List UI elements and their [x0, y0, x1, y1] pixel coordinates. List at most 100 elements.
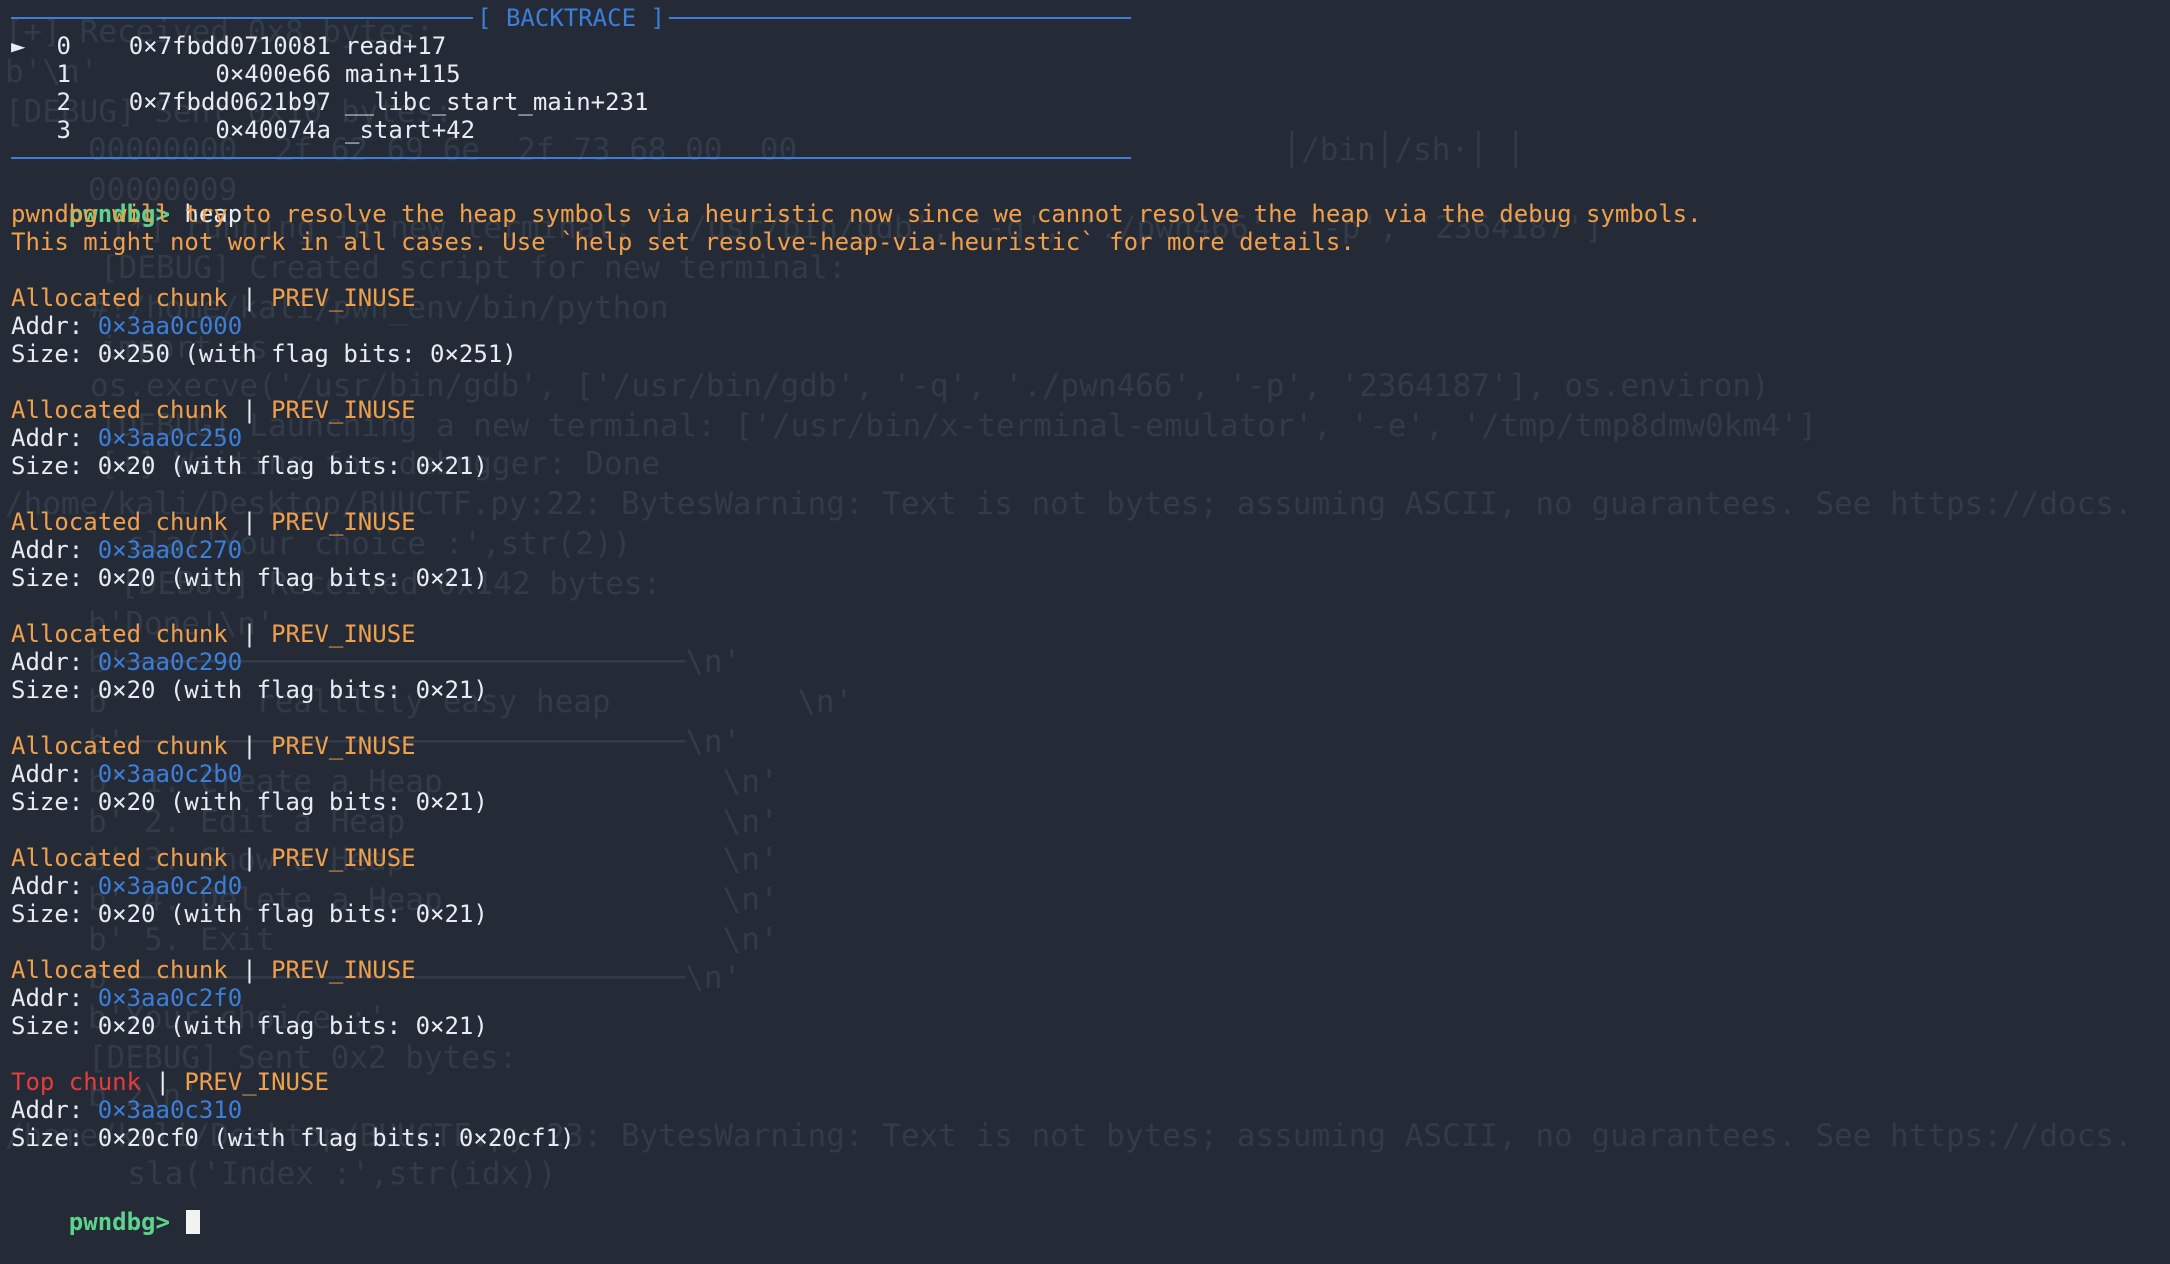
- heap-chunk: Allocated chunk | PREV_INUSE Addr: 0×3aa0…: [11, 396, 2161, 508]
- chunk-type: Allocated chunk: [11, 508, 228, 536]
- chunk-addr-line: Addr: 0×3aa0c250: [11, 424, 2161, 452]
- chunk-addr-line: Addr: 0×3aa0c310: [11, 1096, 2161, 1124]
- frame-address: 0×40074a: [215, 116, 331, 144]
- backtrace-frame: 2 0×7fbdd0621b97 __libc_start_main+231: [11, 88, 2161, 116]
- chunk-flag: PREV_INUSE: [271, 284, 416, 312]
- backtrace-rule-left: [11, 17, 474, 19]
- chunk-address: 0×3aa0c2d0: [97, 872, 243, 900]
- chunk-size: Size: 0×20cf0 (with flag bits: 0×20cf1): [11, 1124, 575, 1152]
- chunk-address: 0×3aa0c270: [97, 536, 243, 564]
- chunk-size: Size: 0×20 (with flag bits: 0×21): [11, 1012, 488, 1040]
- chunk-flag: PREV_INUSE: [184, 1068, 329, 1096]
- chunk-size: Size: 0×20 (with flag bits: 0×21): [11, 676, 488, 704]
- current-frame-marker-icon: [11, 60, 39, 88]
- backtrace-title: [ BACKTRACE ]: [477, 4, 665, 32]
- chunk-separator: |: [227, 620, 272, 648]
- backtrace-rule-right: [668, 17, 1131, 19]
- chunk-type: Allocated chunk: [11, 844, 228, 872]
- addr-label: Addr:: [11, 872, 98, 900]
- chunk-flag: PREV_INUSE: [271, 508, 416, 536]
- frame-index: 2: [56, 88, 71, 116]
- frame-index: 0: [56, 32, 71, 60]
- addr-label: Addr:: [11, 984, 98, 1012]
- terminal[interactable]: [ BACKTRACE ] ► 0 0×7fbdd0710081 read+17 1 0×…: [11, 4, 2161, 1236]
- addr-label: Addr:: [11, 1096, 98, 1124]
- heap-chunk: Allocated chunk | PREV_INUSE Addr: 0×3aa0…: [11, 620, 2161, 732]
- heap-chunk: Allocated chunk | PREV_INUSE Addr: 0×3aa0…: [11, 844, 2161, 956]
- chunk-flag: PREV_INUSE: [271, 732, 416, 760]
- chunk-address: 0×3aa0c290: [97, 648, 243, 676]
- chunk-addr-line: Addr: 0×3aa0c000: [11, 312, 2161, 340]
- chunk-addr-line: Addr: 0×3aa0c270: [11, 536, 2161, 564]
- heap-chunk: Allocated chunk | PREV_INUSE Addr: 0×3aa0…: [11, 284, 2161, 396]
- chunk-address: 0×3aa0c2b0: [97, 760, 243, 788]
- frame-symbol: main+115: [345, 60, 461, 88]
- chunk-flag: PREV_INUSE: [271, 620, 416, 648]
- chunk-flag: PREV_INUSE: [271, 396, 416, 424]
- chunk-type: Allocated chunk: [11, 396, 228, 424]
- chunk-separator: |: [227, 732, 272, 760]
- chunk-header: Allocated chunk | PREV_INUSE: [11, 620, 2161, 648]
- chunk-header: Allocated chunk | PREV_INUSE: [11, 284, 2161, 312]
- input-line[interactable]: pwndbg>: [11, 1180, 2161, 1236]
- heap-chunk-list: Allocated chunk | PREV_INUSE Addr: 0×3aa0…: [11, 284, 2161, 1180]
- frame-index: 1: [56, 60, 71, 88]
- chunk-size: Size: 0×20 (with flag bits: 0×21): [11, 452, 488, 480]
- heap-chunk: Allocated chunk | PREV_INUSE Addr: 0×3aa0…: [11, 508, 2161, 620]
- chunk-header: Allocated chunk | PREV_INUSE: [11, 844, 2161, 872]
- chunk-header: Allocated chunk | PREV_INUSE: [11, 508, 2161, 536]
- addr-label: Addr:: [11, 536, 98, 564]
- backtrace-frame: 1 0×400e66 main+115: [11, 60, 2161, 88]
- chunk-type: Top chunk: [11, 1068, 142, 1096]
- chunk-separator: |: [141, 1068, 185, 1096]
- chunk-type: Allocated chunk: [11, 620, 228, 648]
- current-frame-marker-icon: [11, 88, 39, 116]
- current-frame-marker-icon: [11, 116, 39, 144]
- chunk-address: 0×3aa0c000: [97, 312, 243, 340]
- frame-symbol: _start+42: [345, 116, 476, 144]
- chunk-size: Size: 0×20 (with flag bits: 0×21): [11, 788, 488, 816]
- chunk-size: Size: 0×250 (with flag bits: 0×251): [11, 340, 517, 368]
- chunk-type: Allocated chunk: [11, 284, 228, 312]
- backtrace-frame: ► 0 0×7fbdd0710081 read+17: [11, 32, 2161, 60]
- chunk-flag: PREV_INUSE: [271, 956, 416, 984]
- chunk-addr-line: Addr: 0×3aa0c2d0: [11, 872, 2161, 900]
- chunk-header: Allocated chunk | PREV_INUSE: [11, 956, 2161, 984]
- chunk-address: 0×3aa0c310: [97, 1096, 243, 1124]
- addr-label: Addr:: [11, 312, 98, 340]
- backtrace-separator: [11, 144, 1131, 172]
- chunk-separator: |: [227, 508, 272, 536]
- chunk-addr-line: Addr: 0×3aa0c290: [11, 648, 2161, 676]
- warning-line: pwndbg will try to resolve the heap symb…: [11, 200, 1702, 228]
- current-frame-marker-icon: ►: [11, 32, 26, 60]
- addr-label: Addr:: [11, 648, 98, 676]
- chunk-separator: |: [227, 844, 272, 872]
- command-line: pwndbg> heap: [11, 172, 2161, 228]
- frame-symbol: __libc_start_main+231: [345, 88, 649, 116]
- heap-chunk: Allocated chunk | PREV_INUSE Addr: 0×3aa0…: [11, 956, 2161, 1068]
- chunk-addr-line: Addr: 0×3aa0c2b0: [11, 760, 2161, 788]
- frame-address: 0×7fbdd0621b97: [128, 88, 331, 116]
- chunk-type: Allocated chunk: [11, 956, 228, 984]
- text-cursor: [186, 1210, 201, 1234]
- frame-index: 3: [56, 116, 71, 144]
- chunk-separator: |: [227, 396, 272, 424]
- heap-chunk: Top chunk | PREV_INUSE Addr: 0×3aa0c310 Si…: [11, 1068, 2161, 1180]
- chunk-type: Allocated chunk: [11, 732, 228, 760]
- frame-symbol: read+17: [345, 32, 447, 60]
- chunk-size: Size: 0×20 (with flag bits: 0×21): [11, 900, 488, 928]
- chunk-separator: |: [227, 284, 272, 312]
- chunk-separator: |: [227, 956, 272, 984]
- chunk-header: Allocated chunk | PREV_INUSE: [11, 732, 2161, 760]
- frame-address: 0×7fbdd0710081: [128, 32, 331, 60]
- chunk-header: Top chunk | PREV_INUSE: [11, 1068, 2161, 1096]
- chunk-size: Size: 0×20 (with flag bits: 0×21): [11, 564, 488, 592]
- chunk-address: 0×3aa0c2f0: [97, 984, 243, 1012]
- frame-address: 0×400e66: [215, 60, 331, 88]
- chunk-address: 0×3aa0c250: [97, 424, 243, 452]
- backtrace-frames: ► 0 0×7fbdd0710081 read+17 1 0×400e66 main+115…: [11, 32, 2161, 144]
- chunk-flag: PREV_INUSE: [271, 844, 416, 872]
- backtrace-header: [ BACKTRACE ]: [11, 4, 1131, 32]
- heap-chunk: Allocated chunk | PREV_INUSE Addr: 0×3aa0…: [11, 732, 2161, 844]
- backtrace-frame: 3 0×40074a _start+42: [11, 116, 2161, 144]
